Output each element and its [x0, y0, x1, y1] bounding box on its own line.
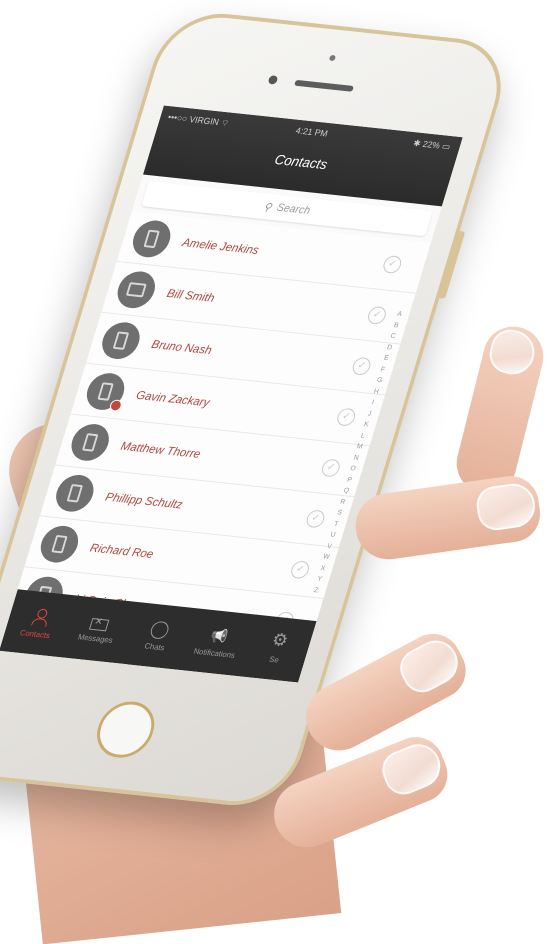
tab-label: Contacts [18, 627, 52, 640]
index-letter[interactable]: E [382, 353, 390, 365]
desktop-icon [125, 282, 147, 298]
select-check-icon[interactable]: ✓ [350, 356, 373, 376]
fingernail [474, 480, 538, 533]
index-letter[interactable]: B [392, 320, 400, 332]
index-letter[interactable]: U [329, 530, 337, 542]
avatar [128, 218, 176, 260]
mail-icon [89, 618, 110, 632]
home-button[interactable] [90, 698, 162, 761]
avatar [97, 320, 145, 361]
contact-name: Bruno Nash [149, 337, 214, 358]
index-letter[interactable]: W [321, 552, 331, 564]
battery-label: ✱ 22% ▭ [412, 138, 452, 152]
avatar [36, 524, 83, 565]
avatar [66, 422, 114, 463]
earpiece-speaker [294, 79, 355, 92]
index-letter[interactable]: Z [312, 585, 319, 596]
contact-name: Richard Roe [88, 540, 156, 561]
avatar [51, 473, 99, 514]
fingernail [393, 632, 466, 699]
tab-label: Se [268, 654, 281, 664]
phone-icon [112, 331, 130, 350]
tab-label: Messages [76, 632, 114, 645]
fingernail [376, 737, 447, 801]
status-badge [108, 399, 124, 412]
contact-name: Phillipp Schultz [103, 489, 185, 512]
contact-name: Matthew Thorre [119, 439, 203, 461]
hand-finger-top [450, 320, 550, 500]
index-letter[interactable]: D [385, 342, 393, 354]
index-letter[interactable]: H [372, 386, 380, 398]
tab-label: Chats [143, 641, 166, 652]
index-letter[interactable]: T [332, 519, 339, 530]
avatar [82, 371, 129, 412]
tab-label: Notifications [192, 646, 237, 660]
app-screen: •••○○ VIRGIN ⌔ 4:21 PM ✱ 22% ▭ Contacts … [0, 105, 463, 683]
phone-icon [97, 382, 114, 401]
index-letter[interactable]: F [379, 364, 386, 375]
contact-list: Amelie Jenkins ✓ Bill Smith ✓ Bruno Nash… [8, 211, 431, 650]
select-check-icon[interactable]: ✓ [304, 509, 327, 529]
index-letter[interactable]: Q [342, 485, 350, 497]
index-letter[interactable]: X [319, 563, 327, 575]
select-check-icon[interactable]: ✓ [319, 458, 342, 478]
phone-icon [81, 433, 99, 452]
phone-icon [66, 484, 84, 503]
index-letter[interactable]: M [355, 441, 364, 453]
index-letter[interactable]: O [349, 463, 357, 475]
index-letter[interactable]: P [346, 474, 354, 486]
avatar [112, 269, 160, 310]
index-letter[interactable]: J [366, 408, 373, 419]
index-letter[interactable]: I [370, 397, 375, 408]
index-letter[interactable]: S [336, 508, 344, 520]
index-letter[interactable]: L [359, 430, 366, 441]
select-check-icon[interactable]: ✓ [365, 305, 389, 325]
top-camera [328, 54, 337, 62]
search-placeholder: Search [275, 201, 312, 217]
chat-icon [148, 620, 171, 640]
gear-icon [268, 633, 290, 652]
contact-name: Bill Smith [165, 286, 217, 305]
index-letter[interactable]: V [326, 541, 334, 553]
contacts-icon [29, 607, 51, 626]
index-letter[interactable]: C [389, 331, 397, 343]
contact-name: Gavin Zackary [134, 388, 212, 410]
select-check-icon[interactable]: ✓ [335, 407, 358, 427]
megaphone-icon [208, 626, 230, 645]
phone-icon [51, 534, 68, 554]
index-letter[interactable]: Y [316, 574, 324, 586]
index-letter[interactable]: A [396, 309, 404, 321]
clock: 4:21 PM [294, 125, 329, 139]
front-camera [267, 75, 279, 85]
index-letter[interactable]: G [375, 375, 383, 387]
select-check-icon[interactable]: ✓ [381, 254, 404, 275]
index-letter[interactable]: N [352, 452, 360, 464]
contact-name: Amelie Jenkins [180, 235, 261, 257]
select-check-icon[interactable]: ✓ [289, 560, 312, 580]
index-letter[interactable]: R [339, 496, 347, 508]
carrier-label: •••○○ VIRGIN ⌔ [166, 112, 231, 129]
side-button[interactable] [437, 230, 466, 299]
fingernail [485, 325, 540, 379]
search-icon: ⚲ [262, 200, 274, 214]
index-letter[interactable]: K [362, 419, 370, 431]
phone-icon [143, 229, 160, 249]
